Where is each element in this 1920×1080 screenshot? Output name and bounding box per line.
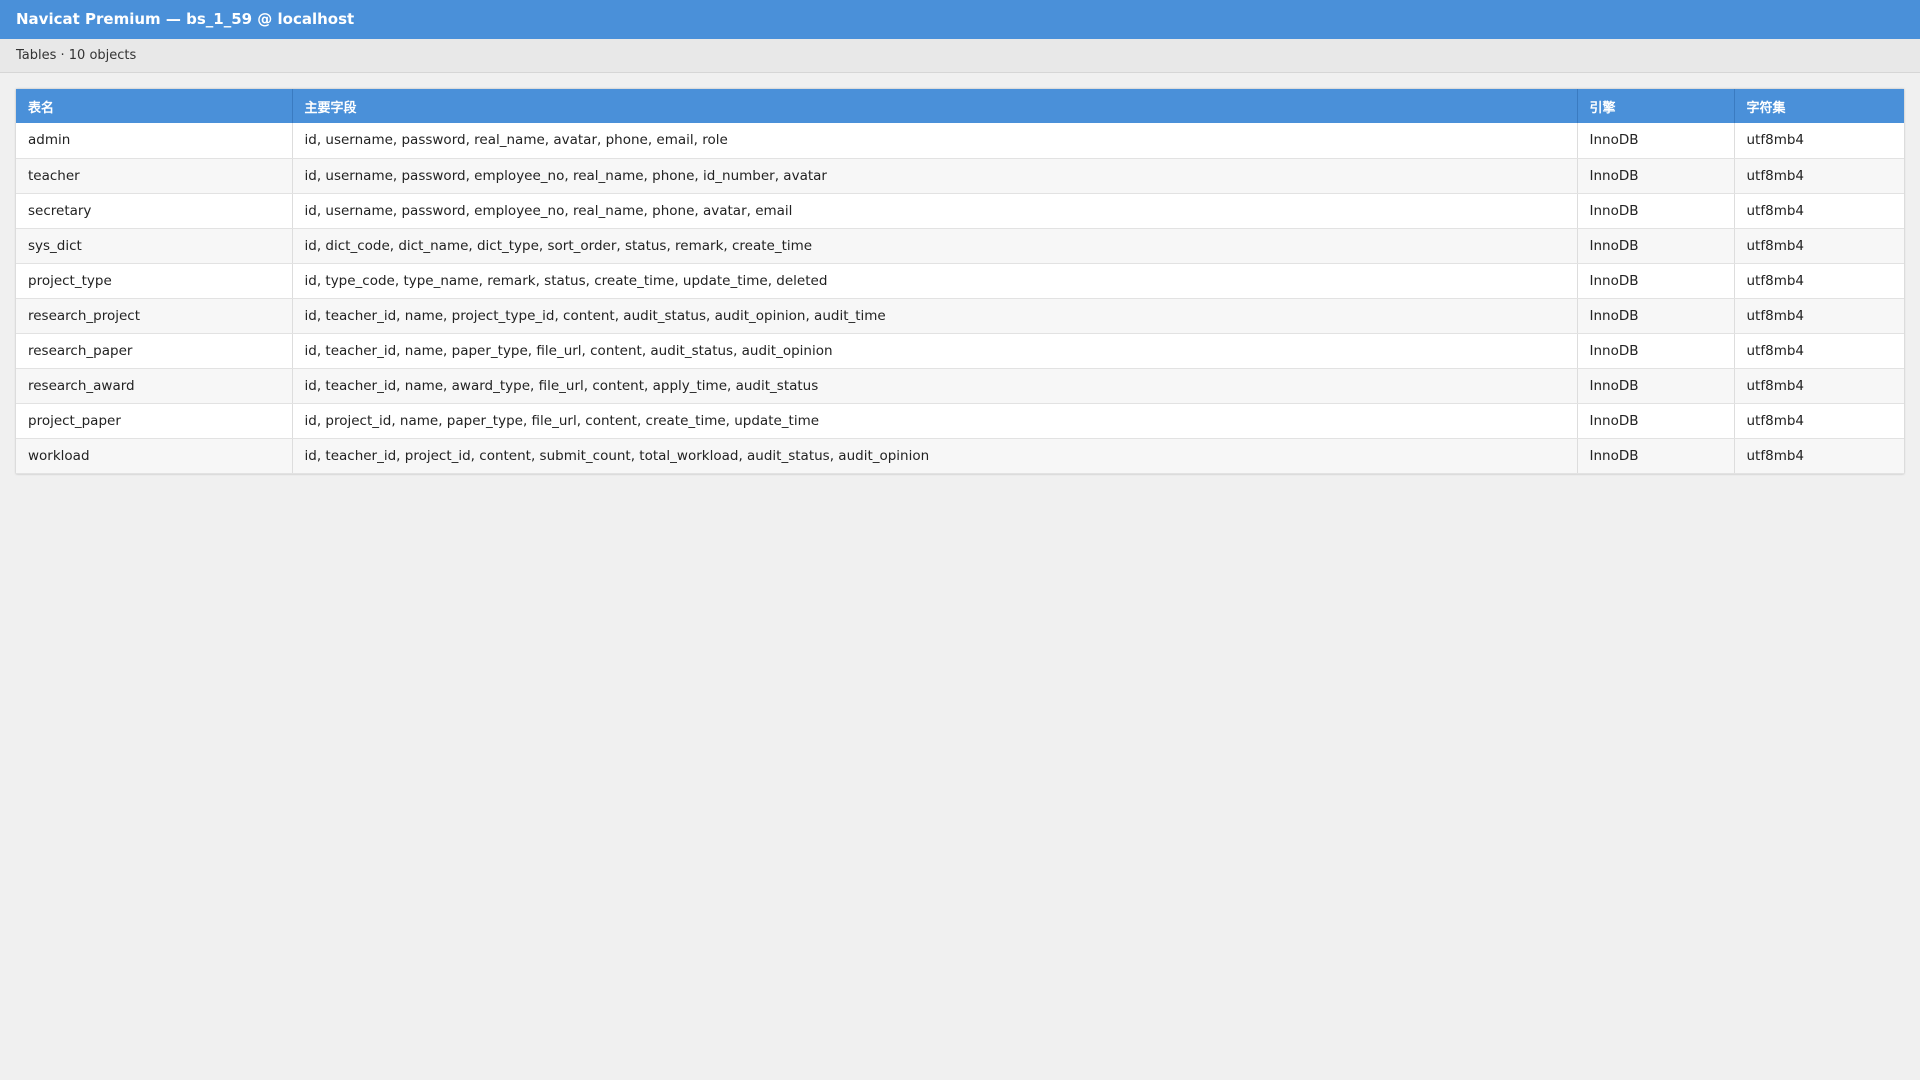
table-row[interactable]: project_paper id, project_id, name, pape… — [16, 403, 1904, 439]
cell-engine[interactable]: InnoDB — [1577, 193, 1735, 229]
cell-charset[interactable]: utf8mb4 — [1734, 123, 1904, 159]
cell-fields[interactable]: id, dict_code, dict_name, dict_type, sor… — [292, 228, 1578, 264]
cell-table-name[interactable]: admin — [16, 123, 293, 159]
cell-engine[interactable]: InnoDB — [1577, 123, 1735, 159]
cell-table-name[interactable]: sys_dict — [16, 228, 293, 264]
cell-table-name[interactable]: research_award — [16, 368, 293, 404]
cell-fields[interactable]: id, teacher_id, name, award_type, file_u… — [292, 368, 1578, 404]
column-header-main-fields[interactable]: 主要字段 — [292, 89, 1578, 123]
cell-charset[interactable]: utf8mb4 — [1734, 193, 1904, 229]
cell-table-name[interactable]: research_project — [16, 298, 293, 334]
tables-grid: 表名 主要字段 引擎 字符集 admin id, username, passw… — [16, 89, 1904, 474]
header-row: 表名 主要字段 引擎 字符集 — [16, 89, 1904, 123]
cell-charset[interactable]: utf8mb4 — [1734, 263, 1904, 299]
cell-charset[interactable]: utf8mb4 — [1734, 298, 1904, 334]
table-row[interactable]: secretary id, username, password, employ… — [16, 193, 1904, 229]
cell-engine[interactable]: InnoDB — [1577, 228, 1735, 264]
cell-fields[interactable]: id, type_code, type_name, remark, status… — [292, 263, 1578, 299]
table-row[interactable]: teacher id, username, password, employee… — [16, 158, 1904, 194]
cell-engine[interactable]: InnoDB — [1577, 403, 1735, 439]
cell-fields[interactable]: id, teacher_id, name, paper_type, file_u… — [292, 333, 1578, 369]
cell-charset[interactable]: utf8mb4 — [1734, 438, 1904, 474]
cell-table-name[interactable]: research_paper — [16, 333, 293, 369]
table-list-panel: 表名 主要字段 引擎 字符集 admin id, username, passw… — [0, 73, 1920, 474]
cell-table-name[interactable]: project_paper — [16, 403, 293, 439]
cell-fields[interactable]: id, teacher_id, name, project_type_id, c… — [292, 298, 1578, 334]
cell-engine[interactable]: InnoDB — [1577, 263, 1735, 299]
cell-charset[interactable]: utf8mb4 — [1734, 403, 1904, 439]
cell-charset[interactable]: utf8mb4 — [1734, 333, 1904, 369]
cell-fields[interactable]: id, project_id, name, paper_type, file_u… — [292, 403, 1578, 439]
cell-table-name[interactable]: project_type — [16, 263, 293, 299]
column-header-engine[interactable]: 引擎 — [1577, 89, 1735, 123]
table-row[interactable]: admin id, username, password, real_name,… — [16, 123, 1904, 159]
cell-fields[interactable]: id, username, password, employee_no, rea… — [292, 158, 1578, 194]
cell-engine[interactable]: InnoDB — [1577, 158, 1735, 194]
cell-fields[interactable]: id, username, password, employee_no, rea… — [292, 193, 1578, 229]
cell-fields[interactable]: id, username, password, real_name, avata… — [292, 123, 1578, 159]
table-row[interactable]: research_project id, teacher_id, name, p… — [16, 298, 1904, 334]
cell-fields[interactable]: id, teacher_id, project_id, content, sub… — [292, 438, 1578, 474]
cell-charset[interactable]: utf8mb4 — [1734, 158, 1904, 194]
column-header-table-name[interactable]: 表名 — [16, 89, 293, 123]
cell-table-name[interactable]: secretary — [16, 193, 293, 229]
cell-table-name[interactable]: teacher — [16, 158, 293, 194]
cell-charset[interactable]: utf8mb4 — [1734, 228, 1904, 264]
table-row[interactable]: research_paper id, teacher_id, name, pap… — [16, 333, 1904, 369]
table-row[interactable]: research_award id, teacher_id, name, awa… — [16, 368, 1904, 404]
column-header-charset[interactable]: 字符集 — [1734, 89, 1904, 123]
cell-engine[interactable]: InnoDB — [1577, 438, 1735, 474]
table-row[interactable]: workload id, teacher_id, project_id, con… — [16, 438, 1904, 474]
table-row[interactable]: project_type id, type_code, type_name, r… — [16, 263, 1904, 299]
table-row[interactable]: sys_dict id, dict_code, dict_name, dict_… — [16, 228, 1904, 264]
window-title: Navicat Premium — bs_1_59 @ localhost — [0, 0, 1920, 39]
cell-engine[interactable]: InnoDB — [1577, 368, 1735, 404]
cell-charset[interactable]: utf8mb4 — [1734, 368, 1904, 404]
cell-engine[interactable]: InnoDB — [1577, 298, 1735, 334]
object-summary-bar: Tables · 10 objects — [0, 39, 1920, 73]
cell-table-name[interactable]: workload — [16, 438, 293, 474]
cell-engine[interactable]: InnoDB — [1577, 333, 1735, 369]
object-count-label: Tables · 10 objects — [16, 48, 137, 63]
